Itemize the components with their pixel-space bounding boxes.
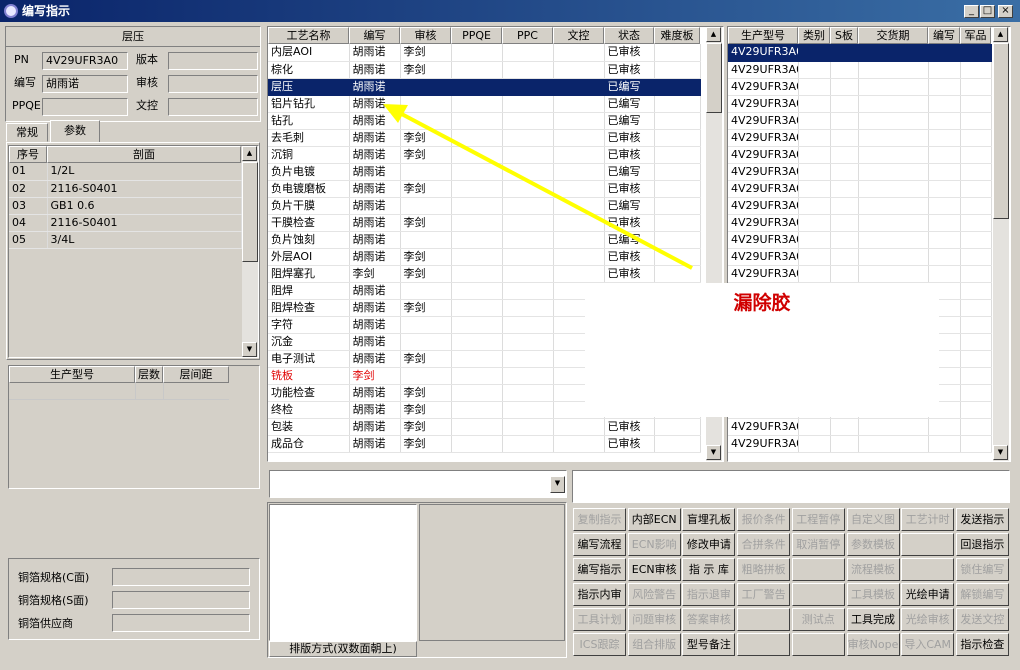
action-button[interactable]: 指示退审 xyxy=(682,583,736,606)
action-button[interactable]: 编写流程 xyxy=(573,533,626,556)
action-button[interactable]: 工程暂停 xyxy=(791,508,845,531)
action-button[interactable]: 回退指示 xyxy=(955,533,1009,556)
action-button[interactable]: 工厂警告 xyxy=(737,583,791,606)
action-button[interactable]: 指示检查 xyxy=(955,633,1009,656)
action-button[interactable] xyxy=(737,608,791,631)
action-button[interactable]: 光绘审核 xyxy=(901,608,955,631)
action-button[interactable] xyxy=(791,583,845,606)
action-button[interactable]: 测试点 xyxy=(791,608,845,631)
action-button[interactable]: 发送文控 xyxy=(955,608,1009,631)
layout-preview-front xyxy=(269,504,417,641)
action-button[interactable]: 光绘申请 xyxy=(901,583,955,606)
action-button[interactable]: 工具计划 xyxy=(573,608,626,631)
action-button[interactable]: 审核Nope xyxy=(846,633,900,656)
action-button[interactable]: 工具完成 xyxy=(846,608,900,631)
action-button[interactable]: ECN影响 xyxy=(627,533,681,556)
action-button[interactable]: 参数模板 xyxy=(846,533,900,556)
action-button[interactable]: 组合排版 xyxy=(627,633,681,656)
action-button[interactable]: 指 示 库 xyxy=(682,558,736,581)
action-button[interactable] xyxy=(901,558,955,581)
layout-label[interactable]: 排版方式(双数面朝上) xyxy=(269,641,417,657)
action-button[interactable]: 锁住编写 xyxy=(955,558,1009,581)
action-button[interactable]: 问题审核 xyxy=(627,608,681,631)
action-button[interactable]: 发送指示 xyxy=(955,508,1009,531)
action-button[interactable]: 合拼条件 xyxy=(737,533,791,556)
action-button[interactable] xyxy=(901,533,955,556)
note-input[interactable] xyxy=(572,470,1010,503)
action-button[interactable]: 工艺计时 xyxy=(901,508,955,531)
chevron-down-icon[interactable]: ▼ xyxy=(550,476,565,493)
action-button[interactable]: 型号备注 xyxy=(682,633,736,656)
action-button[interactable]: 指示内审 xyxy=(573,583,626,606)
action-button[interactable]: 工具模板 xyxy=(846,583,900,606)
action-button[interactable]: 取消暂停 xyxy=(791,533,845,556)
action-button[interactable]: 答案审核 xyxy=(682,608,736,631)
action-button[interactable]: ICS跟踪 xyxy=(573,633,626,656)
action-button[interactable] xyxy=(791,558,845,581)
action-button[interactable] xyxy=(737,633,791,656)
action-button[interactable]: 编写指示 xyxy=(573,558,626,581)
action-button[interactable] xyxy=(791,633,845,656)
action-button[interactable]: 复制指示 xyxy=(573,508,626,531)
action-button[interactable]: 导入CAM xyxy=(901,633,955,656)
action-button[interactable]: 解锁编写 xyxy=(955,583,1009,606)
layout-preview-back xyxy=(419,504,565,641)
action-button[interactable]: 流程模板 xyxy=(846,558,900,581)
action-button[interactable]: 盲埋孔板 xyxy=(682,508,736,531)
action-button[interactable]: 修改申请 xyxy=(682,533,736,556)
action-button[interactable]: 报价条件 xyxy=(737,508,791,531)
action-button[interactable]: 内部ECN xyxy=(627,508,681,531)
arrow-line xyxy=(395,109,693,270)
layout-combo[interactable] xyxy=(269,470,567,498)
action-button[interactable]: 自定义图 xyxy=(846,508,900,531)
action-button[interactable]: 粗略拼板 xyxy=(737,558,791,581)
action-button[interactable]: 风险警告 xyxy=(627,583,681,606)
action-button[interactable]: ECN审核 xyxy=(627,558,681,581)
